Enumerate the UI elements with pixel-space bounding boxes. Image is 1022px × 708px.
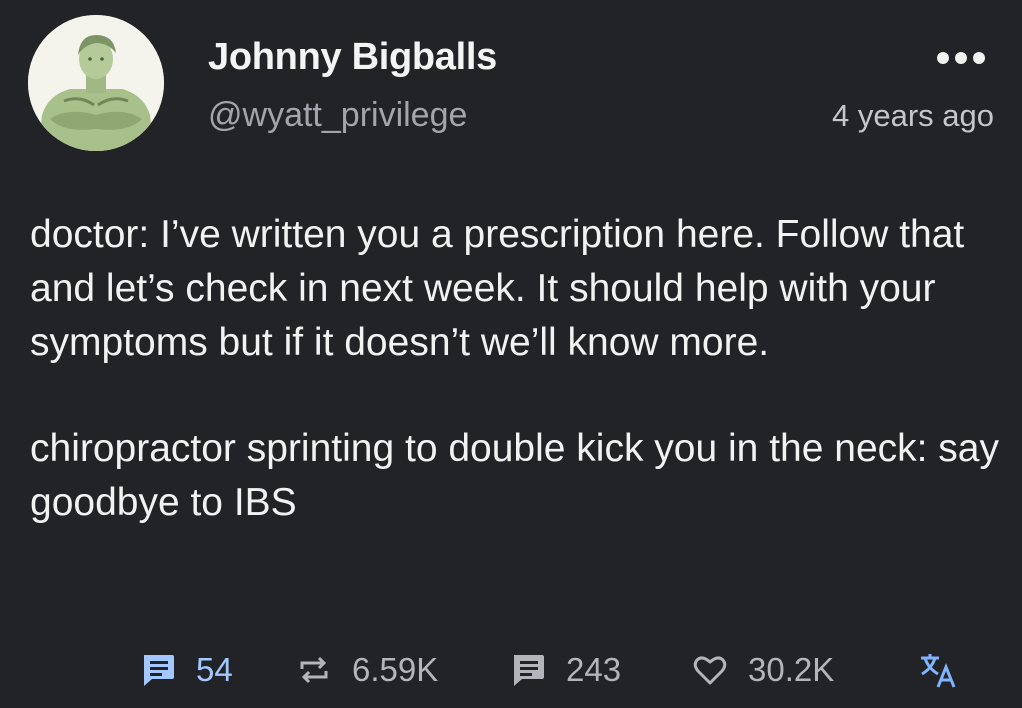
quotes-count: 54	[196, 651, 233, 688]
translate-button[interactable]	[918, 648, 958, 692]
post-paragraph: doctor: I’ve written you a prescription …	[30, 213, 965, 364]
quotes-button[interactable]: 54	[140, 648, 233, 692]
reply-icon	[514, 655, 544, 686]
avatar[interactable]	[28, 15, 164, 151]
like-button[interactable]: 30.2K	[692, 648, 834, 692]
reblogs-count: 6.59K	[352, 651, 439, 688]
more-dots-icon	[937, 52, 985, 64]
quote-icon	[144, 655, 174, 686]
post-body: doctor: I’ve written you a prescription …	[30, 208, 1005, 530]
post-paragraph: chiropractor sprinting to double kick yo…	[30, 427, 1000, 524]
author-handle[interactable]: @wyatt_privilege	[208, 96, 467, 135]
likes-count: 30.2K	[748, 651, 835, 688]
reblog-button[interactable]: 6.59K	[296, 648, 438, 692]
heart-icon	[693, 656, 727, 685]
reply-button[interactable]: 243	[510, 648, 621, 692]
more-options-button[interactable]	[934, 48, 988, 68]
avatar-image	[28, 15, 164, 151]
replies-count: 243	[566, 651, 622, 688]
post-timestamp[interactable]: 4 years ago	[832, 98, 994, 134]
reblog-icon	[300, 656, 328, 684]
translate-icon	[921, 654, 956, 688]
author-display-name[interactable]: Johnny Bigballs	[208, 36, 497, 79]
